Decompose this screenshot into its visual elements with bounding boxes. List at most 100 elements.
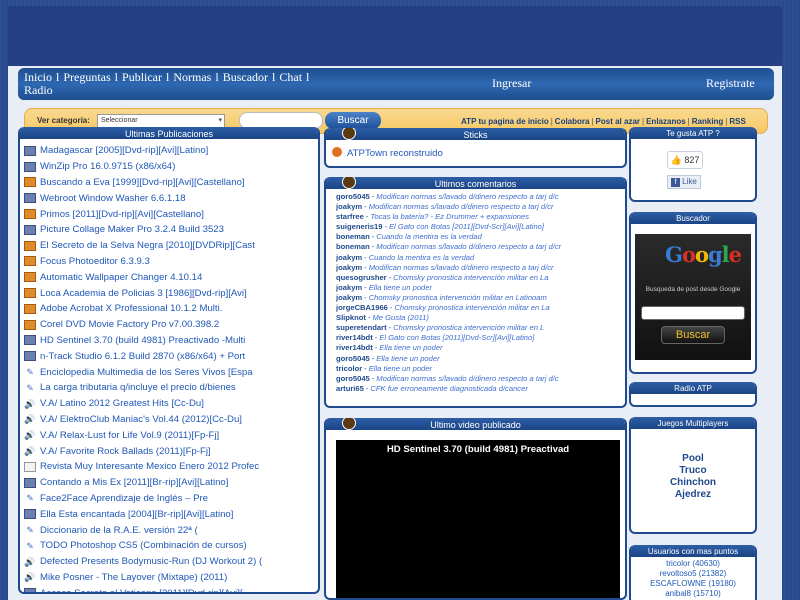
comment-user[interactable]: goro5045: [336, 374, 370, 383]
comment-post-link[interactable]: Modifican normas s/lavado d/dinero respe…: [376, 192, 558, 201]
nav-link-inicio[interactable]: Inicio: [24, 70, 52, 84]
game-link-chinchon[interactable]: Chinchon: [631, 477, 755, 489]
post-list-item[interactable]: ✎ Diccionario de la R.A.E. versión 22ª (: [22, 522, 318, 538]
post-list-item[interactable]: Primos [2011][Dvd-rip][Avi][Castellano]: [22, 206, 318, 222]
comment-post-link[interactable]: Modifican normas s/lavado d/dinero respe…: [376, 374, 558, 383]
comment-user[interactable]: river14bdt: [336, 333, 373, 342]
comment-post-link[interactable]: Chomsky pronostica intervención militar …: [393, 273, 548, 282]
nav-link-chat[interactable]: Chat: [279, 70, 302, 84]
link-homepage[interactable]: ATP tu pagina de inicio: [461, 117, 549, 126]
comment-user[interactable]: tricolor: [336, 364, 362, 373]
comment-post-link[interactable]: CFK fue erroneamente diagnosticada d/can…: [370, 384, 527, 393]
link-ranking[interactable]: Ranking: [692, 117, 724, 126]
post-list-item[interactable]: ✎ Face2Face Aprendizaje de Inglés – Pre: [22, 491, 318, 507]
top-user-row[interactable]: tricolor (40630): [631, 559, 755, 569]
post-list-item[interactable]: Webroot Window Washer 6.6.1.18: [22, 190, 318, 206]
comment-post-link[interactable]: Chomsky pronostica intervención militar …: [393, 323, 544, 332]
radio-title[interactable]: Radio ATP: [631, 382, 755, 396]
post-list-item[interactable]: 🔊 V.A/ Favorite Rock Ballads (2011)[Fp-Fj…: [22, 443, 318, 459]
login-link[interactable]: Ingresar: [492, 76, 531, 91]
post-list-item[interactable]: 🔊 Defected Presents Bodymusic-Run (DJ Wor…: [22, 554, 318, 570]
post-list-item[interactable]: ✎ TODO Photoshop CS5 (Combinación de curs…: [22, 538, 318, 554]
post-list-item[interactable]: Buscando a Eva [1999][Dvd-rip][Avi][Cast…: [22, 175, 318, 191]
nav-link-preguntas[interactable]: Preguntas: [63, 70, 110, 84]
comment-user[interactable]: goro5045: [336, 354, 370, 363]
comment-user[interactable]: quesogrusher: [336, 273, 387, 282]
top-user-row[interactable]: ESCAFLOWNE (19180): [631, 579, 755, 589]
comment-user[interactable]: goro5045: [336, 192, 370, 201]
comment-post-link[interactable]: Ella tiene un poder: [379, 343, 442, 352]
google-search-input[interactable]: [641, 306, 745, 320]
google-search-button[interactable]: Buscar: [661, 326, 725, 344]
post-list-item[interactable]: Picture Collage Maker Pro 3.2.4 Build 35…: [22, 222, 318, 238]
post-list-item[interactable]: WinZip Pro 16.0.9715 (x86/x64): [22, 159, 318, 175]
post-list-item[interactable]: Revista Muy Interesante Mexico Enero 201…: [22, 459, 318, 475]
post-list-item[interactable]: Ella Esta encantada [2004][Br-rip][Avi][…: [22, 506, 318, 522]
comment-post-link[interactable]: Chomsky pronostica intervención militar …: [394, 303, 549, 312]
like-button[interactable]: f Like: [667, 175, 701, 189]
comment-user[interactable]: joakym: [336, 263, 362, 272]
search-button[interactable]: Buscar: [325, 112, 381, 129]
post-list-item[interactable]: Automatic Wallpaper Changer 4.10.14: [22, 269, 318, 285]
comment-post-link[interactable]: Cuando la mentira es la verdad: [376, 232, 482, 241]
comment-user[interactable]: joakym: [336, 253, 362, 262]
post-list-item[interactable]: HD Sentinel 3.70 (build 4981) Preactivad…: [22, 333, 318, 349]
register-link[interactable]: Registrate: [706, 76, 755, 91]
post-list-item[interactable]: El Secreto de la Selva Negra [2010][DVDR…: [22, 238, 318, 254]
comment-user[interactable]: joakym: [336, 202, 362, 211]
post-list-item[interactable]: Acceso Secreto al Vaticano [2011][Dvd-ri…: [22, 585, 318, 592]
comment-post-link[interactable]: El Gato con Botas [2011][Dvd-Scr][Avi][L…: [379, 333, 534, 342]
link-enlazanos[interactable]: Enlazanos: [646, 117, 686, 126]
comment-user[interactable]: river14bdt: [336, 343, 373, 352]
comment-user[interactable]: boneman: [336, 232, 370, 241]
post-list-item[interactable]: 🔊 Mike Posner - The Layover (Mixtape) (20…: [22, 570, 318, 586]
comment-user[interactable]: starfree: [336, 212, 364, 221]
comment-post-link[interactable]: El Gato con Botas [2011][Dvd-Scr][Avi][L…: [389, 222, 544, 231]
game-link-truco[interactable]: Truco: [631, 465, 755, 477]
link-colabora[interactable]: Colabora: [555, 117, 590, 126]
comment-post-link[interactable]: Ella tiene un poder: [369, 364, 432, 373]
post-list-item[interactable]: ✎ Enciclopedia Multimedia de los Seres Vi…: [22, 364, 318, 380]
comment-user[interactable]: jorgeCBA1966: [336, 303, 388, 312]
comment-post-link[interactable]: Chomsky pronostica intervención militar …: [369, 293, 547, 302]
comment-user[interactable]: suigeneris19: [336, 222, 382, 231]
comment-post-link[interactable]: Modifican normas s/lavado d/dinero respe…: [376, 242, 561, 251]
comment-user[interactable]: joakym: [336, 283, 362, 292]
comment-post-link[interactable]: Tocas la batería? - Ez Drummer + expansi…: [370, 212, 529, 221]
post-list-item[interactable]: ✎ La carga tributaria q/incluye el precio…: [22, 380, 318, 396]
comment-user[interactable]: joakym: [336, 293, 362, 302]
post-list-item[interactable]: Corel DVD Movie Factory Pro v7.00.398.2: [22, 317, 318, 333]
comment-post-link[interactable]: Ella tiene un poder: [376, 354, 439, 363]
post-list-item[interactable]: 🔊 V.A/ Latino 2012 Greatest Hits [Cc-Du]: [22, 396, 318, 412]
top-user-row[interactable]: revoltoso5 (21382): [631, 569, 755, 579]
comment-post-link[interactable]: Ella tiene un poder: [369, 283, 432, 292]
game-link-ajedrez[interactable]: Ajedrez: [631, 489, 755, 501]
nav-link-radio[interactable]: Radio: [24, 83, 53, 97]
post-list-item[interactable]: Loca Academia de Policias 3 [1986][Dvd-r…: [22, 285, 318, 301]
comment-user[interactable]: arturi65: [336, 384, 364, 393]
video-player[interactable]: HD Sentinel 3.70 (build 4981) Preactivad: [336, 440, 620, 598]
game-link-pool[interactable]: Pool: [631, 453, 755, 465]
nav-link-buscador[interactable]: Buscador: [223, 70, 268, 84]
comment-user[interactable]: superetendart: [336, 323, 387, 332]
post-list-item[interactable]: 🔊 V.A/ Relax-Lust for Life Vol.9 (2011)[F…: [22, 427, 318, 443]
category-select[interactable]: Seleccionar ▾: [97, 114, 225, 128]
post-list-item[interactable]: Madagascar [2005][Dvd-rip][Avi][Latino]: [22, 143, 318, 159]
nav-link-publicar[interactable]: Publicar: [122, 70, 162, 84]
comment-post-link[interactable]: Me Gusta (2011): [372, 313, 428, 322]
comment-post-link[interactable]: Modifican normas s/lavado d/dinero respe…: [369, 263, 554, 272]
comment-user[interactable]: Slipknot: [336, 313, 366, 322]
comment-post-link[interactable]: Cuando la mentira es la verdad: [369, 253, 475, 262]
link-random-post[interactable]: Post al azar: [596, 117, 640, 126]
post-list-item[interactable]: 🔊 V.A/ ElektroClub Maniac's Vol.44 (2012)…: [22, 412, 318, 428]
nav-link-normas[interactable]: Normas: [173, 70, 211, 84]
post-list-item[interactable]: n-Track Studio 6.1.2 Build 2870 (x86/x64…: [22, 348, 318, 364]
link-rss[interactable]: RSS: [729, 117, 745, 126]
post-list-item[interactable]: Contando a Mis Ex [2011][Br-rip][Avi][La…: [22, 475, 318, 491]
comment-post-link[interactable]: Modifican normas s/lavado d/dinero respe…: [369, 202, 554, 211]
post-list-item[interactable]: Focus Photoeditor 6.3.9.3: [22, 254, 318, 270]
sticky-item[interactable]: ATPTown reconstruido: [332, 147, 443, 159]
post-list-item[interactable]: Adobe Acrobat X Professional 10.1.2 Mult…: [22, 301, 318, 317]
comment-user[interactable]: boneman: [336, 242, 370, 251]
top-user-row[interactable]: anibal8 (15710): [631, 589, 755, 599]
